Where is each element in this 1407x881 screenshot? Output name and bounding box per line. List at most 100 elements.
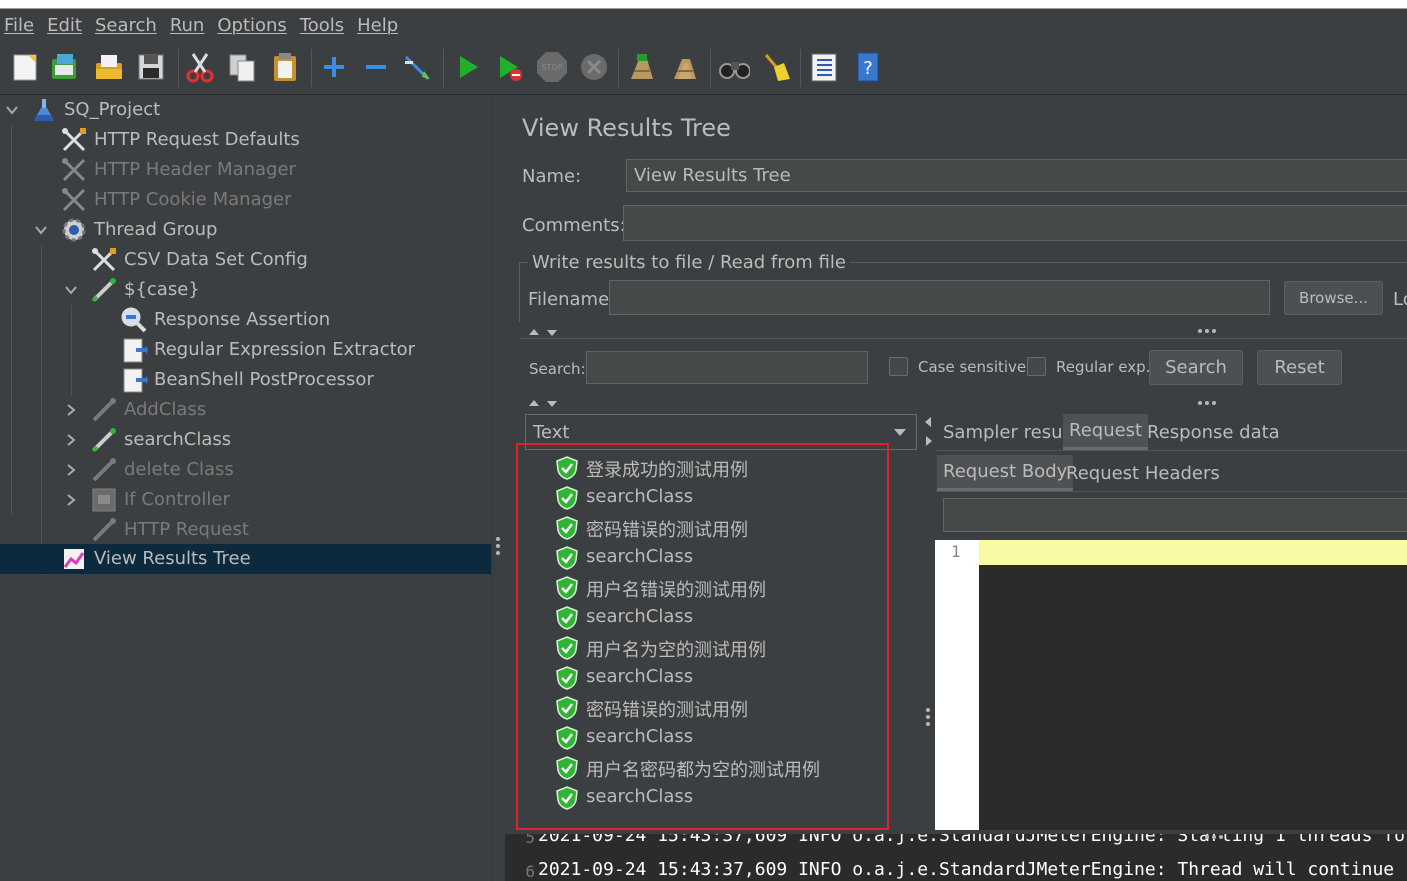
reset-button[interactable]: Reset <box>1257 350 1342 385</box>
result-item[interactable]: searchClass <box>524 662 884 692</box>
collapse-up-icon[interactable] <box>529 400 539 406</box>
tree-node-http-header-manager[interactable]: HTTP Header Manager <box>0 155 491 185</box>
tree-splitter[interactable] <box>491 95 505 881</box>
tab-request-body[interactable]: Request Body <box>937 455 1074 491</box>
results-splitter[interactable] <box>920 414 934 834</box>
stop-icon[interactable]: STOP <box>535 50 567 84</box>
config-wrench-icon <box>60 126 88 154</box>
chevron-right-icon[interactable] <box>64 463 78 477</box>
tree-node-delete-class[interactable]: delete Class <box>0 455 491 485</box>
result-item[interactable]: 密码错误的测试用例 <box>524 692 884 722</box>
shutdown-icon[interactable] <box>578 50 610 84</box>
search-label: Search: <box>529 360 586 378</box>
menu-file[interactable]: File <box>4 15 34 36</box>
result-item[interactable]: 登录成功的测试用例 <box>524 452 884 482</box>
tree-node-view-results-tree[interactable]: View Results Tree <box>0 544 491 574</box>
success-shield-icon <box>556 696 578 725</box>
tree-node-csv-data-set-config[interactable]: CSV Data Set Config <box>0 245 491 275</box>
result-item[interactable]: searchClass <box>524 722 884 752</box>
tree-node-http-request[interactable]: HTTP Request <box>0 515 491 545</box>
function-helper-icon[interactable] <box>808 50 840 84</box>
tab-sampler-result[interactable]: Sampler result <box>937 414 1081 450</box>
case-sensitive-checkbox[interactable] <box>889 357 908 376</box>
result-item[interactable]: 密码错误的测试用例 <box>524 512 884 542</box>
menu-options[interactable]: Options <box>217 15 286 36</box>
tab-response-data[interactable]: Response data <box>1141 414 1286 450</box>
cut-icon[interactable] <box>184 50 216 84</box>
test-plan-flask-icon <box>30 96 58 124</box>
result-item[interactable]: 用户名密码都为空的测试用例 <box>524 752 884 782</box>
result-item[interactable]: searchClass <box>524 482 884 512</box>
name-label: Name: <box>522 166 582 187</box>
tree-node-case-sampler[interactable]: ${case} <box>0 275 491 305</box>
open-icon[interactable] <box>93 50 125 84</box>
paste-icon[interactable] <box>269 50 301 84</box>
name-input[interactable]: View Results Tree <box>626 159 1407 192</box>
menu-tools[interactable]: Tools <box>300 15 344 36</box>
log-panel[interactable]: 5 2021-09-24 15:43:37,609 INFO o.a.j.e.S… <box>505 834 1407 881</box>
menu-search[interactable]: Search <box>95 15 157 36</box>
result-item[interactable]: 用户名为空的测试用例 <box>524 632 884 662</box>
clear-icon[interactable] <box>625 50 657 84</box>
menu-edit[interactable]: Edit <box>47 15 82 36</box>
filename-input[interactable] <box>609 280 1270 315</box>
collapse-down-icon[interactable] <box>547 330 557 336</box>
sampler-pipette-icon <box>90 396 118 424</box>
start-no-pause-icon[interactable] <box>493 50 525 84</box>
result-item[interactable]: searchClass <box>524 602 884 632</box>
tree-node-thread-group[interactable]: Thread Group <box>0 215 491 245</box>
search-button[interactable]: Search <box>1149 350 1243 385</box>
test-plan-tree[interactable]: SQ_Project HTTP Request Defaults HTTP He… <box>0 95 491 881</box>
renderer-select[interactable]: Text <box>525 414 917 450</box>
help-icon[interactable]: ? <box>852 50 884 84</box>
results-list[interactable]: 登录成功的测试用例 searchClass 密码错误的测试用例 searchClass… <box>524 452 914 830</box>
regular-exp-checkbox[interactable] <box>1027 357 1046 376</box>
tree-node-response-assertion[interactable]: Response Assertion <box>0 305 491 335</box>
new-icon[interactable] <box>9 50 41 84</box>
chevron-down-icon[interactable] <box>64 283 78 297</box>
search-binoculars-icon[interactable] <box>718 50 750 84</box>
toolbar-separator <box>618 49 619 87</box>
chevron-right-icon[interactable] <box>64 403 78 417</box>
renderer-selected-value: Text <box>533 421 570 443</box>
tab-request-headers[interactable]: Request Headers <box>1060 455 1226 491</box>
tree-node-regex-extractor[interactable]: Regular Expression Extractor <box>0 335 491 365</box>
result-item[interactable]: 用户名错误的测试用例 <box>524 572 884 602</box>
chevron-right-icon[interactable] <box>64 433 78 447</box>
templates-icon[interactable] <box>49 50 81 84</box>
search-input[interactable] <box>586 351 868 384</box>
chevron-down-icon[interactable] <box>34 223 48 237</box>
result-item-label: 用户名错误的测试用例 <box>586 580 766 601</box>
chevron-down-icon[interactable] <box>5 103 19 117</box>
post-processor-page-icon <box>120 366 148 394</box>
log-label: Lo <box>1393 289 1407 310</box>
tree-node-addclass[interactable]: AddClass <box>0 395 491 425</box>
menu-help[interactable]: Help <box>357 15 398 36</box>
result-item[interactable]: searchClass <box>524 542 884 572</box>
start-icon[interactable] <box>451 50 483 84</box>
request-body-editor[interactable]: 1 <box>935 540 1407 830</box>
tree-node-http-request-defaults[interactable]: HTTP Request Defaults <box>0 125 491 155</box>
tree-node-if-controller[interactable]: If Controller <box>0 485 491 515</box>
request-url-field[interactable] <box>943 498 1407 532</box>
collapse-down-icon[interactable] <box>547 401 557 407</box>
menu-run[interactable]: Run <box>170 15 205 36</box>
save-icon[interactable] <box>135 50 167 84</box>
tree-node-searchclass[interactable]: searchClass <box>0 425 491 455</box>
result-item[interactable]: searchClass <box>524 782 884 812</box>
comments-input[interactable] <box>623 205 1407 241</box>
tree-node-beanshell-postprocessor[interactable]: BeanShell PostProcessor <box>0 365 491 395</box>
clear-all-icon[interactable] <box>668 50 700 84</box>
collapse-up-icon[interactable] <box>529 329 539 335</box>
tree-node-http-cookie-manager[interactable]: HTTP Cookie Manager <box>0 185 491 215</box>
browse-button[interactable]: Browse... <box>1284 281 1383 315</box>
tree-node-sq-project[interactable]: SQ_Project <box>0 95 491 125</box>
sampler-pipette-icon <box>90 516 118 544</box>
tab-request[interactable]: Request <box>1063 414 1149 450</box>
toggle-icon[interactable] <box>402 50 434 84</box>
reset-search-broom-icon[interactable] <box>760 50 792 84</box>
chevron-right-icon[interactable] <box>64 493 78 507</box>
expand-icon[interactable] <box>318 50 350 84</box>
copy-icon[interactable] <box>226 50 258 84</box>
collapse-icon[interactable] <box>360 50 392 84</box>
